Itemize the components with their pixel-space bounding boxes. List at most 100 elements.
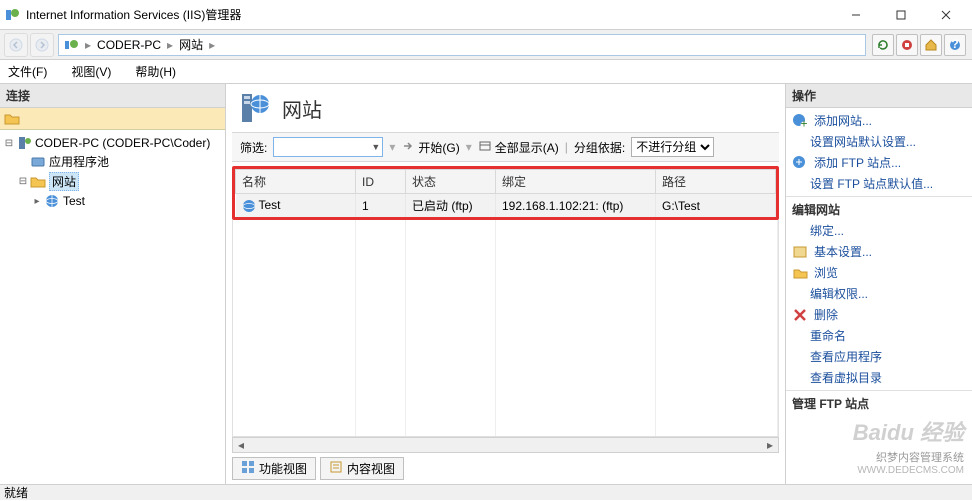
tab-label: 功能视图 xyxy=(259,460,307,477)
action-bindings[interactable]: 绑定... xyxy=(786,220,972,241)
chevron-right-icon: ▸ xyxy=(83,38,93,52)
group-by-select[interactable]: 不进行分组 xyxy=(631,137,714,157)
statusbar: 就绪 xyxy=(0,484,972,500)
page-header: 网站 xyxy=(226,84,785,132)
cell-name: Test xyxy=(259,198,281,212)
chevron-right-icon: ▸ xyxy=(207,38,217,52)
breadcrumb-item[interactable]: 网站 xyxy=(175,36,207,53)
scroll-right-icon[interactable]: ▸ xyxy=(762,438,778,452)
tree-node-server[interactable]: ⊟ CODER-PC (CODER-PC\Coder) xyxy=(2,134,223,152)
window-controls xyxy=(833,1,968,29)
connections-toolbar xyxy=(0,108,225,130)
action-browse[interactable]: 浏览 xyxy=(786,262,972,283)
action-label: 基本设置... xyxy=(814,243,872,260)
action-edit-permissions[interactable]: 编辑权限... xyxy=(786,283,972,304)
sites-grid: 名称 ID 状态 绑定 路径 Test 1 已启动 (ftp) 192.168.… xyxy=(235,169,776,217)
show-all-button[interactable]: 全部显示(A) xyxy=(478,139,559,156)
action-label: 重命名 xyxy=(810,327,846,344)
tree-label: 网站 xyxy=(49,172,79,191)
group-edit-site: 编辑网站 xyxy=(786,196,972,220)
action-label: 设置 FTP 站点默认值... xyxy=(810,175,933,192)
dropdown-caret-icon: ▼ xyxy=(371,142,380,152)
globe-add-icon: + xyxy=(792,113,808,129)
action-label: 添加网站... xyxy=(814,112,872,129)
nav-back-button[interactable] xyxy=(4,33,28,57)
home-icon[interactable] xyxy=(920,34,942,56)
menubar: 文件(F) 视图(V) 帮助(H) xyxy=(0,60,972,84)
action-label: 浏览 xyxy=(814,264,838,281)
menu-view[interactable]: 视图(V) xyxy=(67,61,115,82)
group-manage-ftp: 管理 FTP 站点 xyxy=(786,390,972,414)
filter-input[interactable]: ▼ xyxy=(273,137,383,157)
action-add-ftp-site[interactable]: 添加 FTP 站点... xyxy=(786,152,972,173)
menu-help[interactable]: 帮助(H) xyxy=(131,61,180,82)
actions-header: 操作 xyxy=(786,84,972,108)
ftp-add-icon xyxy=(792,155,808,171)
minimize-button[interactable] xyxy=(833,1,878,29)
connections-panel: 连接 ⊟ CODER-PC (CODER-PC\Coder) 应用程序池 ⊟ 网… xyxy=(0,84,226,484)
main-content-panel: 网站 筛选: ▼ ▾ 开始(G) ▾ 全部显示(A) | 分组依据: 不进行分组 xyxy=(226,84,786,484)
server-icon xyxy=(16,135,32,151)
action-view-apps[interactable]: 查看应用程序 xyxy=(786,346,972,367)
breadcrumb[interactable]: ▸ CODER-PC ▸ 网站 ▸ xyxy=(58,34,866,56)
nav-forward-button[interactable] xyxy=(30,33,54,57)
browse-icon xyxy=(792,265,808,281)
sites-table-highlight: 名称 ID 状态 绑定 路径 Test 1 已启动 (ftp) 192.168.… xyxy=(232,166,779,220)
chevron-right-icon: ▸ xyxy=(165,38,175,52)
table-row[interactable]: Test 1 已启动 (ftp) 192.168.1.102:21: (ftp)… xyxy=(236,194,776,218)
col-binding[interactable]: 绑定 xyxy=(496,170,656,194)
cell-binding: 192.168.1.102:21: (ftp) xyxy=(496,194,656,218)
window-title: Internet Information Services (IIS)管理器 xyxy=(26,6,833,23)
svg-text:+: + xyxy=(800,116,807,129)
action-set-site-defaults[interactable]: 设置网站默认设置... xyxy=(786,131,972,152)
tree-label: 应用程序池 xyxy=(49,153,109,170)
refresh-all-icon[interactable] xyxy=(872,34,894,56)
collapse-icon[interactable]: ⊟ xyxy=(16,176,30,187)
connections-tree: ⊟ CODER-PC (CODER-PC\Coder) 应用程序池 ⊟ 网站 ▸… xyxy=(0,130,225,214)
show-all-label: 全部显示(A) xyxy=(495,139,559,156)
close-button[interactable] xyxy=(923,1,968,29)
go-icon xyxy=(401,139,415,156)
horizontal-scrollbar[interactable]: ◂ ▸ xyxy=(232,437,779,453)
stop-icon[interactable] xyxy=(896,34,918,56)
navigation-bar: ▸ CODER-PC ▸ 网站 ▸ ? xyxy=(0,30,972,60)
action-rename[interactable]: 重命名 xyxy=(786,325,972,346)
tab-content-view[interactable]: 内容视图 xyxy=(320,457,404,480)
go-label: 开始(G) xyxy=(418,139,459,156)
action-label: 编辑权限... xyxy=(810,285,868,302)
go-button[interactable]: 开始(G) xyxy=(401,139,459,156)
tab-features-view[interactable]: 功能视图 xyxy=(232,457,316,480)
folder-icon[interactable] xyxy=(4,111,20,127)
app-pool-icon xyxy=(30,154,46,170)
col-status[interactable]: 状态 xyxy=(406,170,496,194)
action-delete[interactable]: 删除 xyxy=(786,304,972,325)
menu-file[interactable]: 文件(F) xyxy=(4,61,51,82)
col-path[interactable]: 路径 xyxy=(656,170,776,194)
expand-icon[interactable]: ▸ xyxy=(30,196,44,207)
cell-status: 已启动 (ftp) xyxy=(406,194,496,218)
action-add-site[interactable]: + 添加网站... xyxy=(786,110,972,131)
filter-toolbar: 筛选: ▼ ▾ 开始(G) ▾ 全部显示(A) | 分组依据: 不进行分组 xyxy=(232,132,779,162)
maximize-button[interactable] xyxy=(878,1,923,29)
action-label: 绑定... xyxy=(810,222,844,239)
connections-header: 连接 xyxy=(0,84,225,108)
action-basic-settings[interactable]: 基本设置... xyxy=(786,241,972,262)
collapse-icon[interactable]: ⊟ xyxy=(2,138,16,149)
actions-panel: 操作 + 添加网站... 设置网站默认设置... 添加 FTP 站点... 设置… xyxy=(786,84,972,484)
content-view-icon xyxy=(329,460,343,477)
action-view-vdirs[interactable]: 查看虚拟目录 xyxy=(786,367,972,388)
grid-empty-area xyxy=(232,220,779,437)
breadcrumb-item[interactable]: CODER-PC xyxy=(93,38,165,52)
col-id[interactable]: ID xyxy=(356,170,406,194)
features-view-icon xyxy=(241,460,255,477)
tree-label: Test xyxy=(63,194,85,208)
tree-node-app-pools[interactable]: 应用程序池 xyxy=(2,152,223,171)
tree-node-site[interactable]: ▸ Test xyxy=(2,192,223,210)
globe-icon xyxy=(44,193,60,209)
tree-node-sites[interactable]: ⊟ 网站 xyxy=(2,171,223,192)
col-name[interactable]: 名称 xyxy=(236,170,356,194)
scroll-left-icon[interactable]: ◂ xyxy=(233,438,249,452)
help-icon[interactable]: ? xyxy=(944,34,966,56)
folder-icon xyxy=(30,174,46,190)
action-set-ftp-defaults[interactable]: 设置 FTP 站点默认值... xyxy=(786,173,972,194)
